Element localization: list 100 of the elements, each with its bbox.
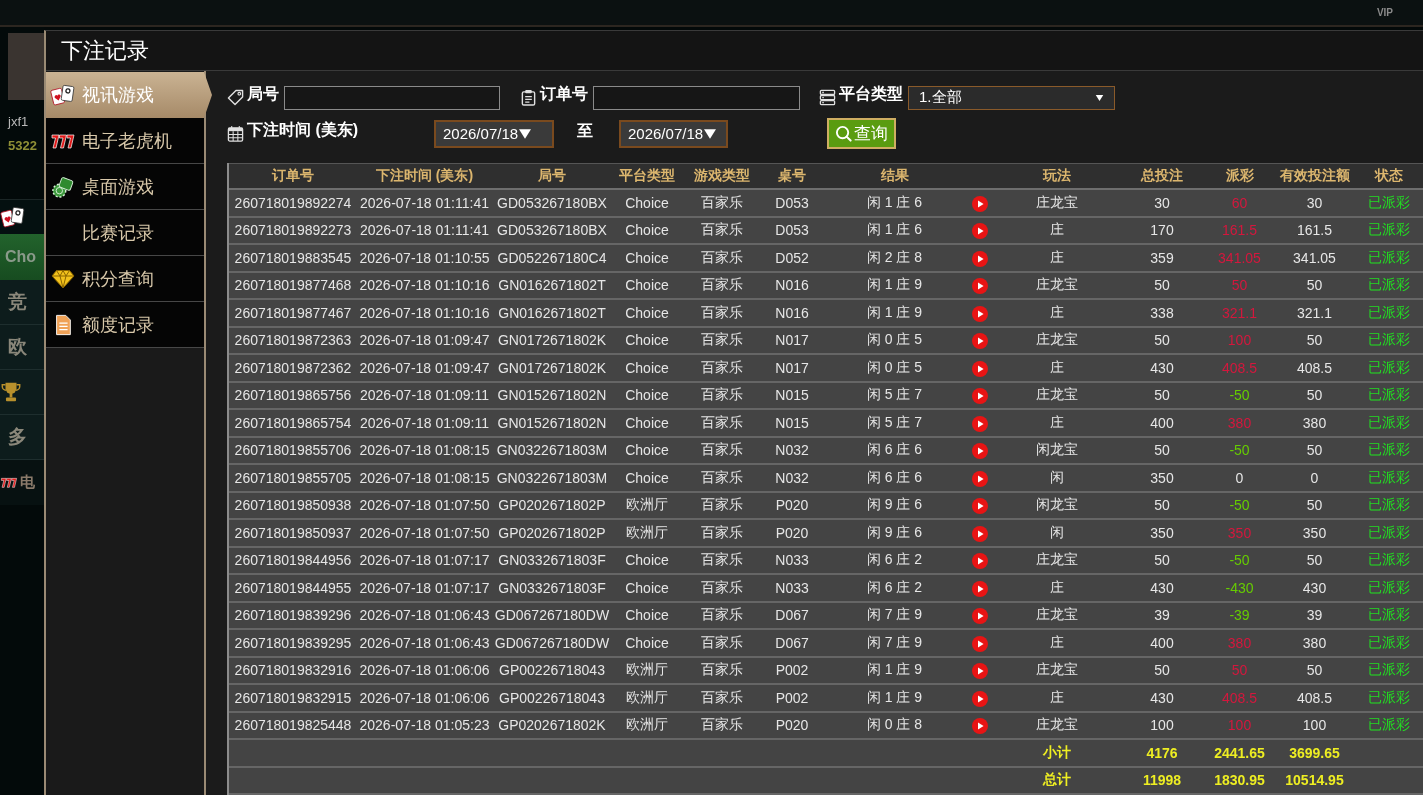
table-cell: 已派彩 <box>1352 630 1423 658</box>
play-icon[interactable] <box>971 690 988 707</box>
range-label: 至 <box>577 121 593 141</box>
menu-item[interactable]: 欧 <box>0 325 44 370</box>
cards-icon <box>50 84 76 106</box>
table-cell: 380 <box>1202 410 1277 438</box>
table-cell: N016 <box>762 272 822 300</box>
table-cell: 百家乐 <box>682 685 762 713</box>
table-cell: 50 <box>1277 657 1352 685</box>
table-cell: Choice <box>612 190 682 218</box>
table-cell: 50 <box>1122 327 1202 355</box>
table-cell: N017 <box>762 355 822 383</box>
table-cell: GD067267180DW <box>492 602 612 630</box>
menu-item[interactable]: 多 <box>0 415 44 460</box>
play-icon[interactable] <box>971 443 988 460</box>
platform-select[interactable]: 1.全部 <box>908 85 1115 110</box>
table-cell: 庄 <box>992 575 1122 603</box>
menu-item[interactable]: 竞 <box>0 280 44 325</box>
play-icon[interactable] <box>971 415 988 432</box>
table-cell: 1830.95 <box>1202 767 1277 795</box>
table-cell: 260718019850938 <box>229 492 357 520</box>
play-icon[interactable] <box>971 525 988 542</box>
table-cell: N016 <box>762 300 822 328</box>
table-cell: 0 <box>1277 465 1352 493</box>
play-icon[interactable] <box>971 195 988 212</box>
table-cell: 260718019850937 <box>229 520 357 548</box>
table-cell: 430 <box>1122 685 1202 713</box>
date-select[interactable]: 2026/07/18 <box>434 119 554 148</box>
table-cell: 庄龙宝 <box>992 657 1122 685</box>
sidebar-item[interactable]: 桌面游戏 <box>46 164 204 210</box>
table-cell: Choice <box>612 410 682 438</box>
table-cell: 170 <box>1122 217 1202 245</box>
play-icon[interactable] <box>971 278 988 295</box>
table-cell: 百家乐 <box>682 300 762 328</box>
input-field[interactable] <box>593 85 800 110</box>
table-cell: 350 <box>1122 520 1202 548</box>
table-cell: 百家乐 <box>682 630 762 658</box>
table-cell: GN0172671802K <box>492 327 612 355</box>
table-cell: 已派彩 <box>1352 327 1423 355</box>
table-cell: N017 <box>762 327 822 355</box>
table-cell: 闲 6 庄 6 <box>822 437 967 465</box>
play-icon[interactable] <box>971 360 988 377</box>
caret-icon <box>704 128 717 139</box>
table-cell: 百家乐 <box>682 657 762 685</box>
table-cell: 350 <box>1122 465 1202 493</box>
table-cell: 2026-07-18 01:11:41 <box>357 190 492 218</box>
column-header: 局号 <box>492 163 612 190</box>
table-cell: P020 <box>762 520 822 548</box>
table-cell: 已派彩 <box>1352 217 1423 245</box>
table-cell: 闲 5 庄 7 <box>822 410 967 438</box>
table-cell: 260718019872362 <box>229 355 357 383</box>
table-cell: GN0172671802K <box>492 355 612 383</box>
table-cell: Choice <box>612 217 682 245</box>
table-cell: 260718019877467 <box>229 300 357 328</box>
table-cell: GN0162671802T <box>492 272 612 300</box>
table-cell: 庄龙宝 <box>992 712 1122 740</box>
trophy-icon <box>0 381 22 403</box>
play-icon[interactable] <box>971 718 988 735</box>
table-cell: D067 <box>762 630 822 658</box>
table-cell: 50 <box>1122 272 1202 300</box>
table-cell: 321.1 <box>1277 300 1352 328</box>
play-icon[interactable] <box>971 608 988 625</box>
table-cell: 4176 <box>1122 740 1202 768</box>
play-icon[interactable] <box>971 580 988 597</box>
sidebar-item[interactable]: 比赛记录 <box>46 210 204 256</box>
table-cell: 百家乐 <box>682 520 762 548</box>
input-field[interactable] <box>284 85 500 110</box>
play-icon[interactable] <box>971 470 988 487</box>
menu-item[interactable] <box>0 200 44 234</box>
field-label: 平台类型 <box>839 84 903 104</box>
sidebar-item[interactable]: 电子老虎机 <box>46 118 204 164</box>
table-cell: 100 <box>1277 712 1352 740</box>
play-icon[interactable] <box>971 388 988 405</box>
table-cell: 庄龙宝 <box>992 547 1122 575</box>
table-cell: GP0202671802P <box>492 520 612 548</box>
table-cell: 欧洲厅 <box>612 712 682 740</box>
sidebar-item[interactable]: 积分查询 <box>46 256 204 302</box>
table-cell: 408.5 <box>1202 685 1277 713</box>
calendar-icon <box>227 125 244 142</box>
play-icon[interactable] <box>971 553 988 570</box>
menu-item[interactable]: 电 <box>0 460 44 505</box>
table-cell: 闲龙宝 <box>992 492 1122 520</box>
table-cell: P002 <box>762 685 822 713</box>
play-icon[interactable] <box>971 305 988 322</box>
play-icon[interactable] <box>971 635 988 652</box>
table-cell: 359 <box>1122 245 1202 273</box>
play-icon[interactable] <box>971 663 988 680</box>
table-cell: 庄龙宝 <box>992 327 1122 355</box>
table-cell: 百家乐 <box>682 190 762 218</box>
table-cell: 欧洲厅 <box>612 657 682 685</box>
table-cell: 50 <box>1277 492 1352 520</box>
play-icon[interactable] <box>971 333 988 350</box>
play-icon[interactable] <box>971 223 988 240</box>
sidebar-item[interactable]: 额度记录 <box>46 302 204 348</box>
date-select[interactable]: 2026/07/18 <box>619 119 728 148</box>
table-cell: 50 <box>1277 382 1352 410</box>
table-cell: 260718019865756 <box>229 382 357 410</box>
play-icon[interactable] <box>971 498 988 515</box>
menu-item[interactable] <box>0 370 44 415</box>
play-icon[interactable] <box>971 250 988 267</box>
